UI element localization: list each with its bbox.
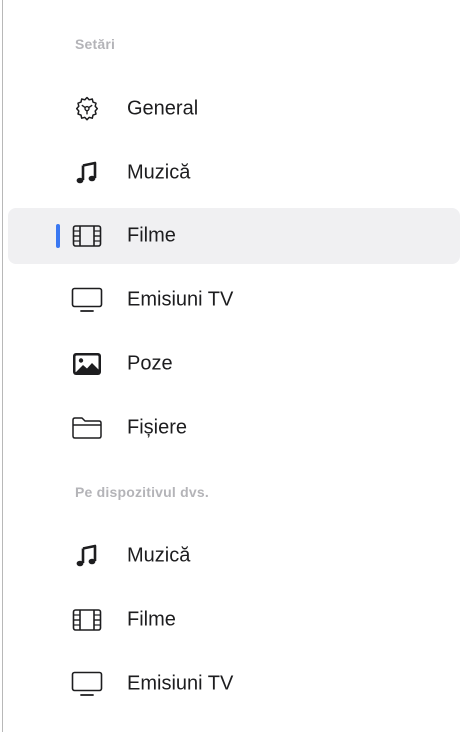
- sidebar-item-label: Filme: [127, 224, 176, 247]
- section-header-settings: Setări: [75, 36, 116, 52]
- music-note-icon: [70, 159, 104, 187]
- tv-icon: [70, 670, 104, 698]
- sidebar-item-photos[interactable]: Poze: [8, 336, 460, 392]
- sidebar-item-movies[interactable]: Filme: [8, 208, 460, 264]
- sidebar-item-label: Filme: [127, 608, 176, 631]
- sidebar-item-device-movies[interactable]: Filme: [8, 592, 460, 648]
- folder-icon: [70, 414, 104, 442]
- sidebar-item-label: Muzică: [127, 544, 191, 567]
- sidebar: Setări General Muzică Filme Emisiuni TV …: [0, 0, 466, 732]
- sidebar-item-general[interactable]: General: [8, 81, 460, 137]
- sidebar-item-label: Emisiuni TV: [127, 672, 234, 695]
- selection-indicator: [56, 224, 60, 248]
- section-header-on-device: Pe dispozitivul dvs.: [75, 484, 209, 500]
- sidebar-item-label: Poze: [127, 352, 173, 375]
- sidebar-item-label: General: [127, 97, 199, 120]
- tv-icon: [70, 286, 104, 314]
- sidebar-item-device-music[interactable]: Muzică: [8, 528, 460, 584]
- sidebar-item-device-tv-shows[interactable]: Emisiuni TV: [8, 656, 460, 712]
- music-note-icon: [70, 542, 104, 570]
- sidebar-item-label: Fișiere: [127, 416, 188, 439]
- film-icon: [70, 222, 104, 250]
- sidebar-item-label: Muzică: [127, 161, 191, 184]
- sidebar-border: [2, 0, 3, 732]
- photo-icon: [70, 350, 104, 378]
- sidebar-item-music[interactable]: Muzică: [8, 145, 460, 201]
- sidebar-item-files[interactable]: Fișiere: [8, 400, 460, 456]
- film-icon: [70, 606, 104, 634]
- sidebar-item-tv-shows[interactable]: Emisiuni TV: [8, 272, 460, 328]
- gear-icon: [70, 95, 104, 123]
- sidebar-item-label: Emisiuni TV: [127, 288, 234, 311]
